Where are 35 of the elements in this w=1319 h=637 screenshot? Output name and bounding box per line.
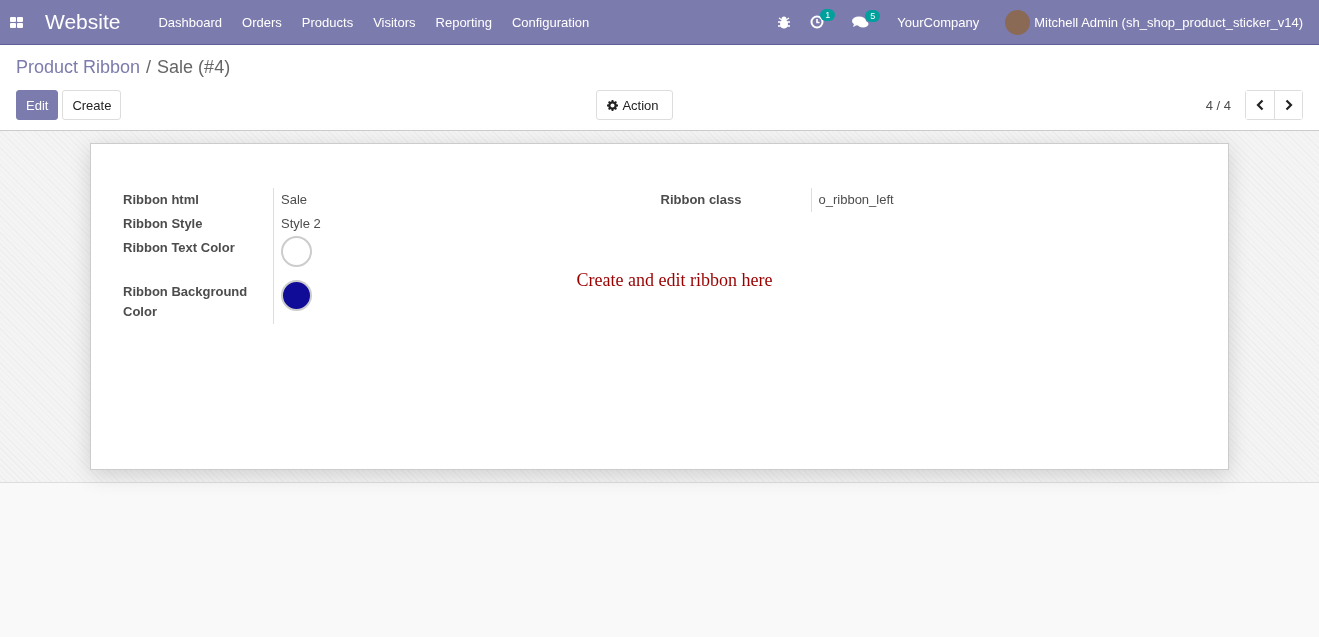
menu-item[interactable]: Products	[291, 14, 364, 30]
menu-item[interactable]: Visitors	[363, 14, 426, 30]
menu-item[interactable]: Reporting	[425, 14, 502, 30]
field-value: Style 2	[281, 216, 321, 231]
gear-icon	[607, 99, 619, 111]
field-label: Ribbon class	[660, 188, 812, 212]
bug-icon[interactable]	[778, 15, 791, 29]
field-label: Ribbon Style	[123, 212, 274, 236]
pager-counter: 4 / 4	[1205, 97, 1231, 113]
next-button[interactable]	[1274, 91, 1302, 119]
chevron-left-icon	[1256, 99, 1264, 111]
field-label: Ribbon Background Color	[123, 280, 274, 324]
menu-item[interactable]: Dashboard	[148, 14, 233, 30]
user-menu[interactable]: Mitchell Admin (sh_shop_product_sticker_v14)	[1034, 14, 1303, 30]
chevron-right-icon	[1284, 99, 1293, 111]
breadcrumb-separator: /	[146, 57, 152, 78]
menu-item[interactable]: Configuration	[501, 14, 600, 30]
clock-icon[interactable]	[810, 15, 825, 29]
help-note: Create and edit ribbon here	[575, 270, 773, 292]
edit-button[interactable]: Edit	[16, 90, 59, 120]
field-value: Sale	[281, 192, 308, 207]
action-button[interactable]: Action	[596, 90, 673, 120]
breadcrumb-current: Sale (#4)	[157, 57, 231, 78]
activity-count-badge: 1	[820, 9, 836, 21]
create-button[interactable]: Create	[62, 90, 122, 120]
field-label: Ribbon Text Color	[123, 236, 274, 280]
field-label: Ribbon html	[123, 188, 274, 212]
app-name[interactable]: Website	[45, 10, 121, 34]
field-value: o_ribbon_left	[818, 192, 894, 207]
chat-icon[interactable]	[852, 15, 870, 29]
apps-grid-icon[interactable]	[10, 16, 23, 28]
breadcrumb-link[interactable]: Product Ribbon	[16, 57, 141, 78]
company-switcher[interactable]: YourCompany	[897, 14, 980, 30]
message-count-badge: 5	[865, 9, 881, 22]
menu-item[interactable]: Orders	[232, 14, 292, 30]
